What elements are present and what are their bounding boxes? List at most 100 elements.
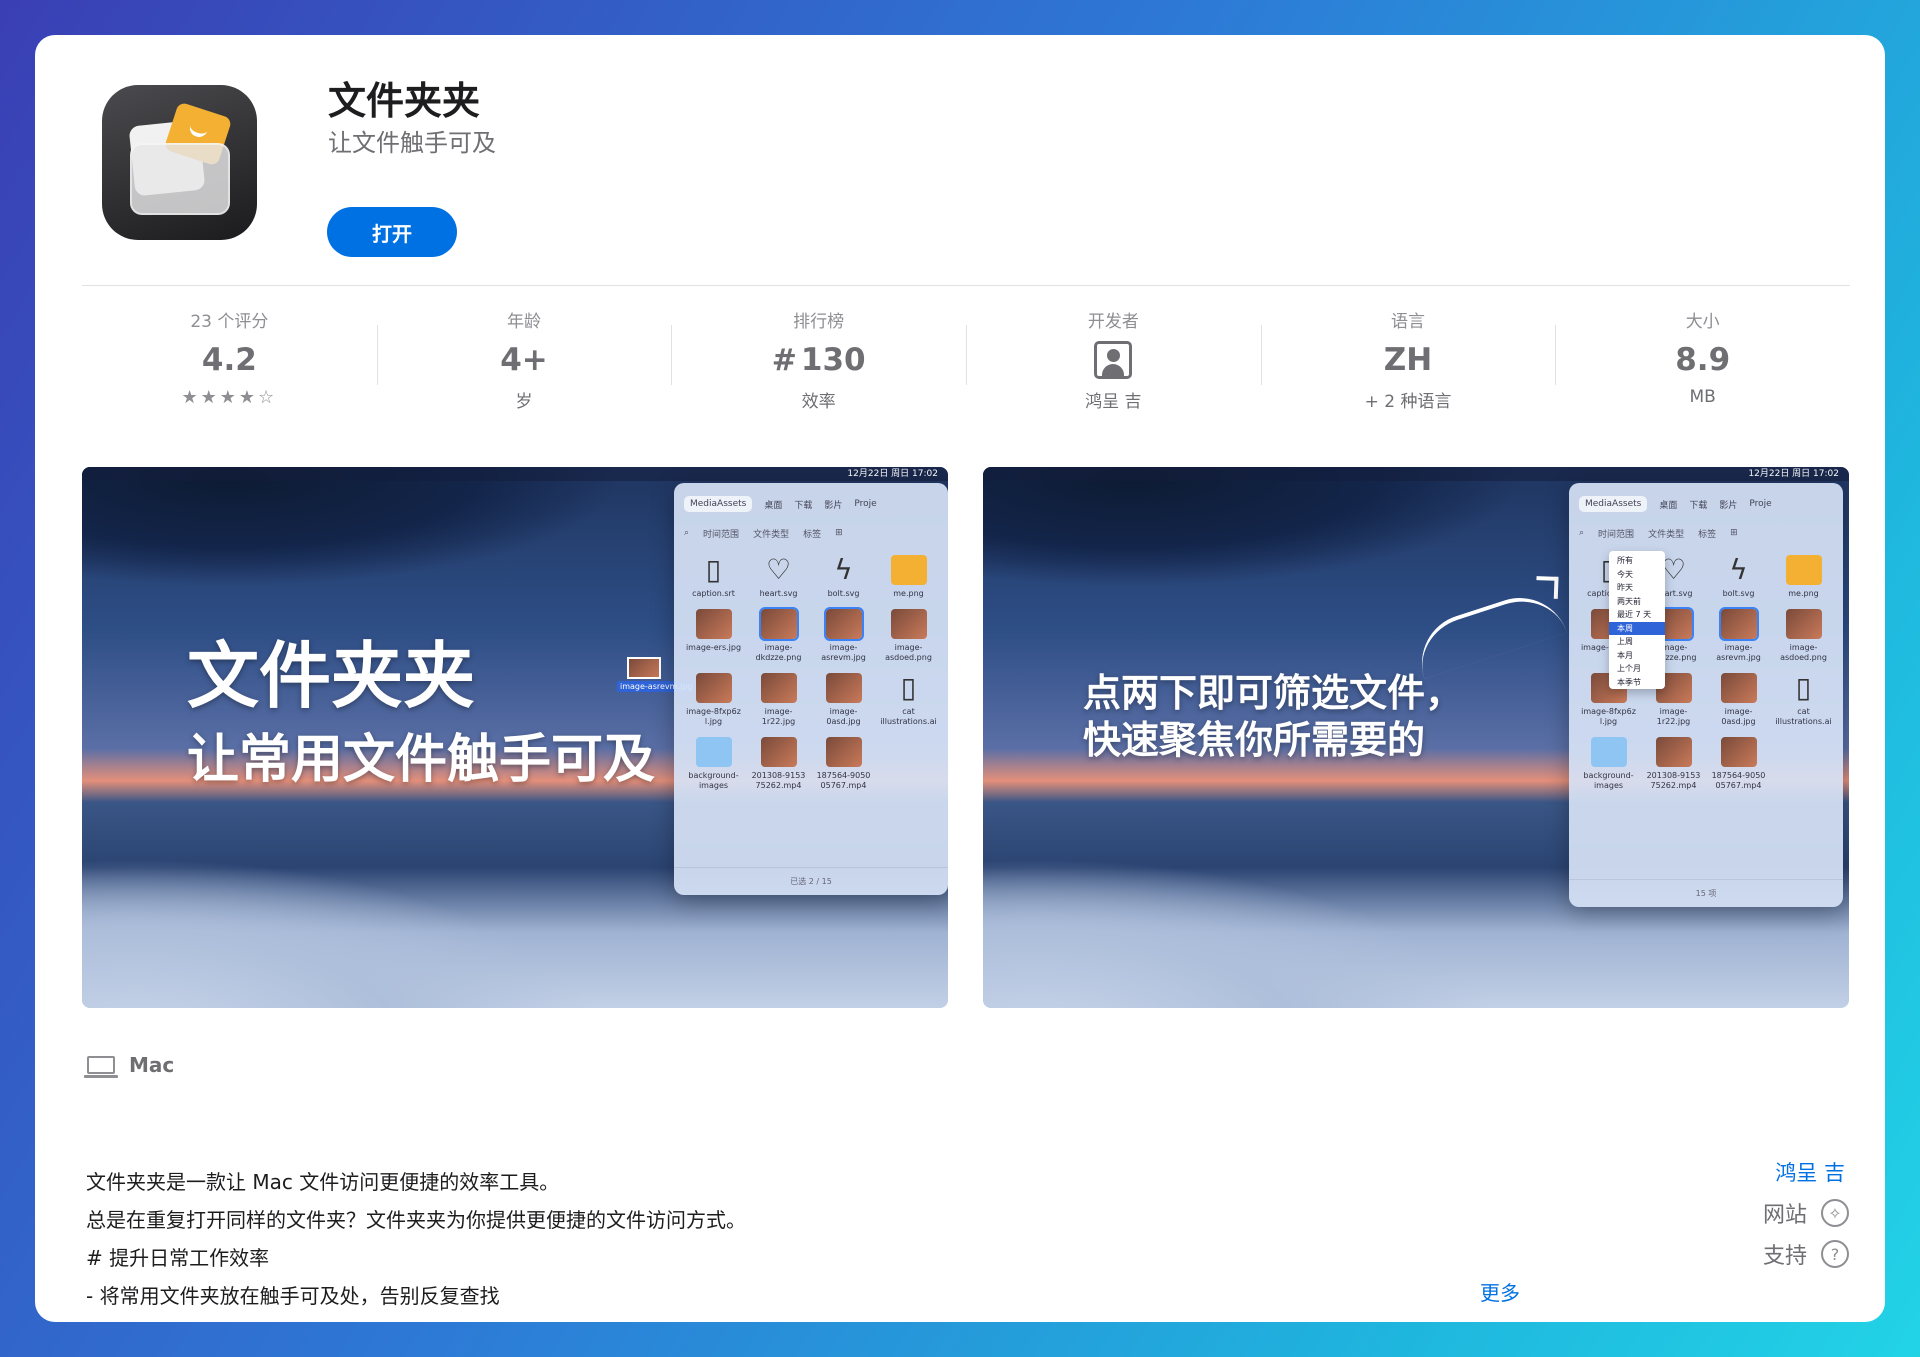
file-name: image-ers.jpg (685, 643, 742, 652)
dropdown-option: 上个月 (1617, 664, 1641, 673)
file-name: image-1r22.jpg (1656, 707, 1691, 726)
filter-type: 文件类型 (753, 529, 790, 540)
rating-value: 4.2 (201, 342, 257, 378)
support-link[interactable]: 支持 ? (1763, 1238, 1849, 1270)
document-icon: ▯ (705, 553, 722, 586)
file-name: image-8fxp6z l.jpg (1581, 707, 1636, 726)
stat-label: 年龄 (507, 312, 541, 332)
file-name: image-dkdzze.png (755, 643, 802, 662)
image-thumbnail (825, 673, 862, 703)
app-subtitle: 让文件触手可及 (328, 129, 496, 157)
file-name: image-0asd.jpg (826, 707, 861, 726)
folder-icon (1590, 737, 1627, 767)
drag-thumbnail (627, 657, 661, 679)
platform-row: Mac (84, 1053, 174, 1078)
image-thumbnail (1720, 737, 1757, 767)
open-button[interactable]: 打开 (327, 207, 457, 257)
finder-tabs: MediaAssets 桌面 下载 影片 Proje (1579, 491, 1833, 517)
star-rating-icon: ★★★★☆ (181, 387, 278, 408)
description-line: # 提升日常工作效率 (86, 1246, 270, 1270)
document-icon: ▯ (1795, 671, 1812, 704)
stat-sub: + 2 种语言 (1364, 392, 1452, 412)
support-label: 支持 (1762, 1244, 1807, 1269)
finder-tab: MediaAssets (1579, 496, 1648, 512)
filter-time: 时间范围 (703, 529, 740, 540)
dropdown-option: 今天 (1617, 569, 1633, 579)
stat-label: 开发者 (1087, 312, 1139, 332)
file-name: caption.srt (692, 589, 735, 598)
website-label: 网站 (1762, 1203, 1807, 1228)
file-tile: ▯ caption.srt (684, 555, 743, 599)
file-name: image-asdoed.png (885, 643, 932, 662)
search-icon: ⌕ (684, 528, 690, 538)
file-name: cat illustrations.ai (880, 707, 937, 726)
image-thumbnail (1785, 609, 1822, 639)
file-name: image-asdoed.png (1780, 643, 1827, 662)
image-thumbnail (760, 737, 797, 767)
image-thumbnail (825, 737, 862, 767)
chart-rank-value: # 130 (772, 339, 866, 381)
dropdown-option: 本周 (1609, 621, 1665, 635)
finder-panel: MediaAssets 桌面 下载 影片 Proje ⌕ 时间范围 文件类型 标… (674, 483, 948, 895)
screenshot-subheadline: 快速聚焦你所需要的 (1083, 718, 1426, 762)
screenshot-subheadline: 让常用文件触手可及 (187, 730, 656, 790)
screenshot-2[interactable]: 12月22日 周日 17:02 点两下即可筛选文件， 快速聚焦你所需要的 Med… (983, 467, 1849, 1008)
dropdown-option: 最近 7 天 (1617, 610, 1652, 619)
file-tile: image-0asd.jpg (814, 673, 873, 727)
screenshot-1[interactable]: 12月22日 周日 17:02 文件夹夹 让常用文件触手可及 image-asr… (82, 467, 948, 1008)
dropdown-option: 昨天 (1617, 583, 1633, 592)
file-name: background-images (1583, 771, 1634, 790)
rank-number: 130 (800, 342, 866, 378)
grid-view-icon: ⊞ (1730, 528, 1738, 538)
finder-tab: MediaAssets (684, 496, 753, 512)
file-tile: image-ers.jpg (684, 609, 743, 663)
finder-tab: 下载 (1689, 500, 1708, 511)
size-value: 8.9 (1675, 342, 1731, 378)
dropdown-option: 本季节 (1617, 677, 1641, 687)
file-grid: ▯ caption.srt ♡ heart.svg ϟ bolt.svg me.png ima… (674, 549, 948, 797)
finder-filters: ⌕ 时间范围 文件类型 标签 ⊞ (1579, 521, 1833, 545)
file-tile: image-8fxp6z l.jpg (684, 673, 743, 727)
developer-link[interactable]: 鸿呈 吉 (1775, 1157, 1845, 1187)
stat-sub: 效率 (801, 392, 836, 412)
image-thumbnail (1720, 673, 1757, 703)
file-name: background-images (688, 771, 739, 790)
description-line: - 将常用文件夹放在触手可及处，告别反复查找 (86, 1284, 500, 1308)
description-line: 总是在重复打开同样的文件夹？文件夹夹为你提供更便捷的文件访问方式。 (86, 1208, 746, 1232)
file-name: image-8fxp6z l.jpg (686, 707, 741, 726)
hash-symbol: # (771, 342, 797, 378)
person-icon (1094, 341, 1133, 379)
file-tile: me.png (879, 555, 938, 599)
finder-tab: Proje (854, 499, 877, 509)
stat-ratings: 23 个评分 4.2 ★★★★☆ (82, 303, 377, 433)
search-icon: ⌕ (1579, 528, 1585, 538)
image-thumbnail (760, 673, 797, 703)
grid-view-icon: ⊞ (835, 528, 843, 538)
more-link[interactable]: 更多 (1480, 1277, 1520, 1306)
file-name: 201308-9153 75262.mp4 (1646, 771, 1701, 790)
screenshot-headline: 文件夹夹 (187, 634, 476, 718)
image-thumbnail (823, 607, 864, 641)
website-link[interactable]: 网站 ✧ (1763, 1197, 1849, 1229)
file-tile: image-1r22.jpg (749, 673, 808, 727)
image-thumbnail (1655, 737, 1692, 767)
image-thumbnail (758, 607, 799, 641)
stat-sub: 岁 (515, 392, 533, 412)
bolt-icon: ϟ (834, 553, 853, 586)
file-name: 187564-9050 05767.mp4 (816, 771, 871, 790)
image-thumbnail (1718, 607, 1759, 641)
filter-tag: 标签 (803, 529, 822, 540)
finder-tab: 桌面 (764, 500, 783, 511)
developer-value (1094, 339, 1133, 381)
tree-silhouette (983, 467, 1523, 587)
finder-tab: 影片 (1719, 500, 1738, 511)
mac-menubar: 12月22日 周日 17:02 (983, 467, 1849, 481)
language-value: ZH (1383, 342, 1433, 378)
finder-tab: 桌面 (1659, 500, 1678, 511)
header-divider (82, 285, 1850, 286)
file-name: image-0asd.jpg (1721, 707, 1756, 726)
file-name: 187564-9050 05767.mp4 (1711, 771, 1766, 790)
file-name: me.png (893, 589, 924, 598)
dropdown-option: 本月 (1617, 650, 1633, 660)
bolt-icon: ϟ (1729, 553, 1748, 586)
